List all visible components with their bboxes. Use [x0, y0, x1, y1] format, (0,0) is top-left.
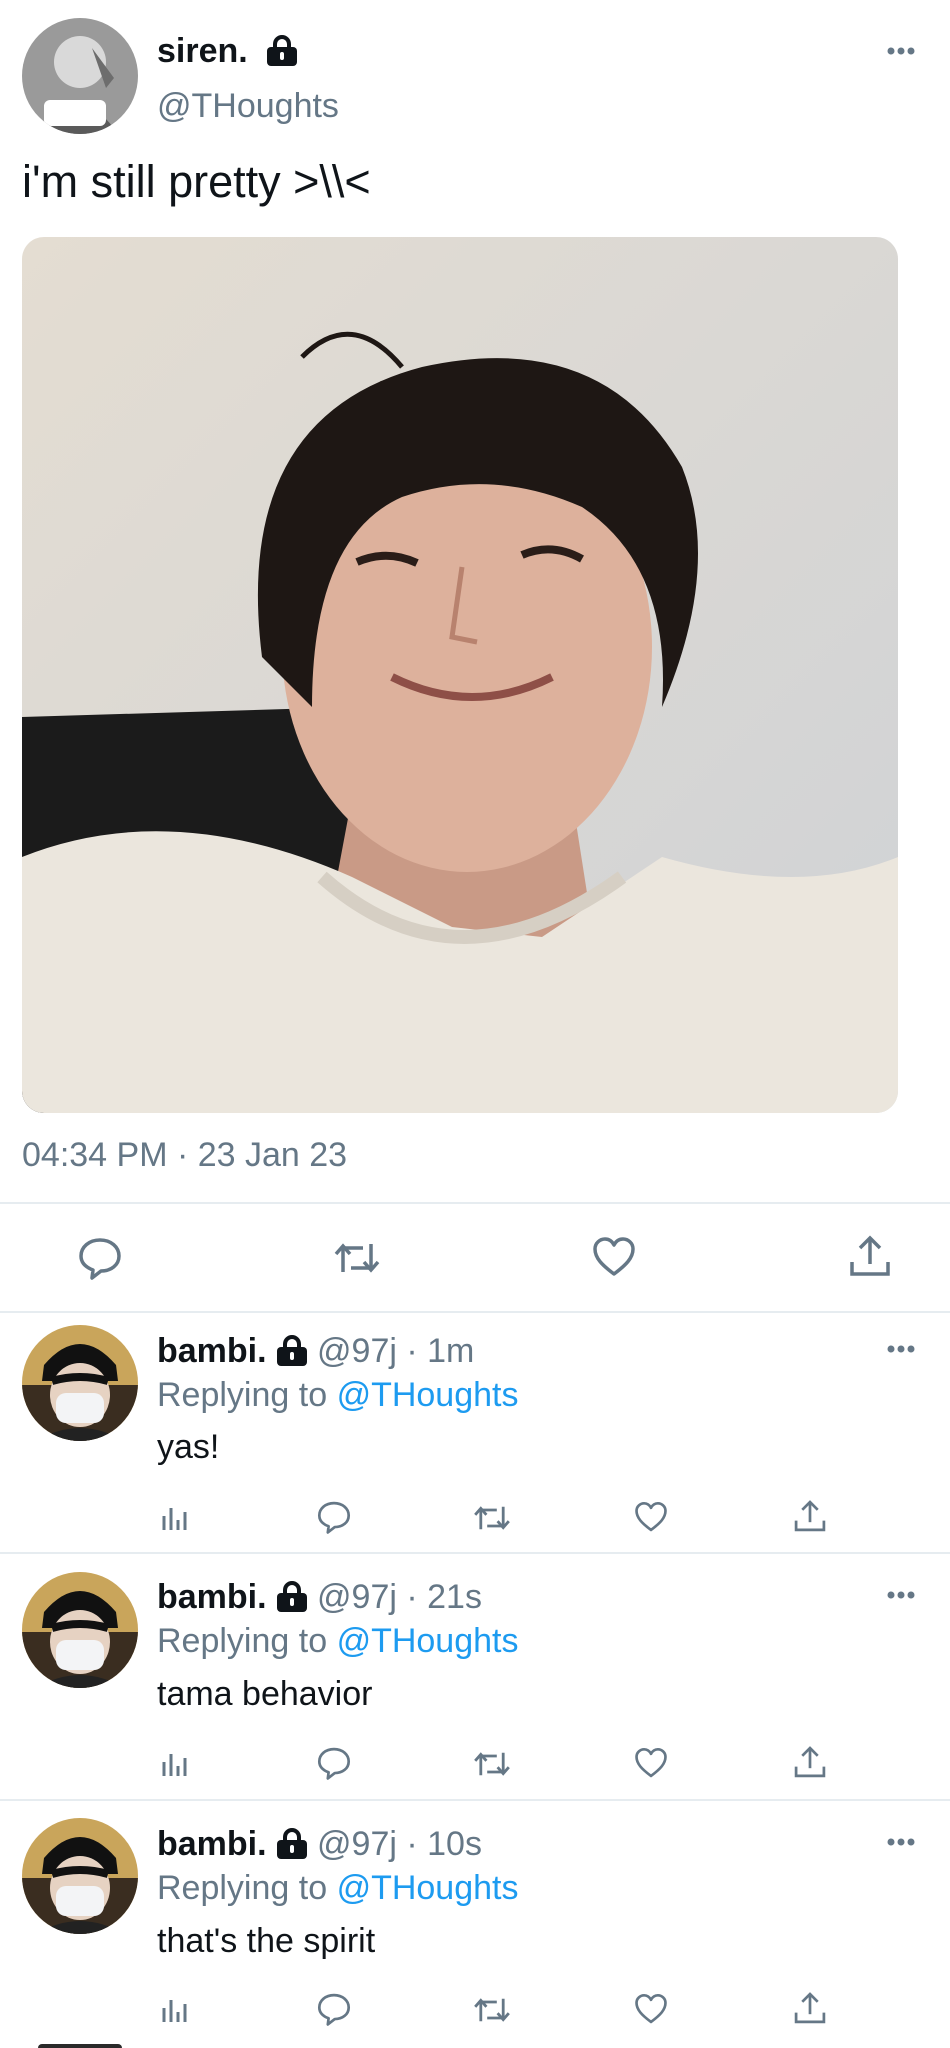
author-name[interactable]: siren. [157, 32, 248, 70]
analytics-icon[interactable] [160, 1502, 190, 1532]
reply-avatar[interactable] [22, 1572, 138, 1688]
author-avatar[interactable] [22, 18, 138, 134]
reply-icon[interactable] [317, 1746, 351, 1780]
divider [0, 1311, 950, 1313]
more-options-icon[interactable] [886, 1344, 926, 1364]
reply-icon[interactable] [317, 1500, 351, 1534]
reply-handle-time[interactable]: @97j · 1m [317, 1332, 474, 1370]
tweet-photo[interactable] [22, 237, 898, 1113]
replying-to-link[interactable]: @THoughts [337, 1376, 519, 1414]
analytics-icon[interactable] [160, 1748, 190, 1778]
reply-text: tama behavior [157, 1675, 373, 1713]
share-icon[interactable] [848, 1234, 892, 1278]
more-options-icon[interactable] [886, 1837, 926, 1857]
reply-handle-time[interactable]: @97j · 21s [317, 1578, 482, 1616]
reply-handle-time[interactable]: @97j · 10s [317, 1825, 482, 1863]
lock-icon [275, 1580, 309, 1617]
author-handle[interactable]: @THoughts [157, 87, 339, 126]
like-icon[interactable] [634, 1993, 668, 2025]
divider [0, 1552, 950, 1554]
replying-to-label: Replying to [157, 1376, 328, 1414]
reply-avatar[interactable] [22, 1325, 138, 1441]
next-reply-avatar-peek [38, 2044, 122, 2048]
more-options-icon[interactable] [886, 1590, 926, 1610]
share-icon[interactable] [793, 1499, 827, 1533]
reply-author-name[interactable]: bambi. [157, 1332, 267, 1370]
retweet-icon[interactable] [472, 1502, 512, 1534]
reply-author-name[interactable]: bambi. [157, 1825, 267, 1863]
reply-avatar[interactable] [22, 1818, 138, 1934]
replying-to-label: Replying to [157, 1869, 328, 1907]
lock-icon [265, 34, 299, 75]
replying-to-link[interactable]: @THoughts [337, 1622, 519, 1660]
analytics-icon[interactable] [160, 1994, 190, 2024]
retweet-icon[interactable] [333, 1238, 381, 1278]
reply-author-name[interactable]: bambi. [157, 1578, 267, 1616]
retweet-icon[interactable] [472, 1748, 512, 1780]
like-icon[interactable] [634, 1747, 668, 1779]
like-icon[interactable] [592, 1236, 636, 1278]
retweet-icon[interactable] [472, 1994, 512, 2026]
reply-text: yas! [157, 1428, 220, 1466]
replying-to-link[interactable]: @THoughts [337, 1869, 519, 1907]
lock-icon [275, 1334, 309, 1371]
lock-icon [275, 1827, 309, 1864]
reply-text: that's the spirit [157, 1922, 376, 1960]
like-icon[interactable] [634, 1501, 668, 1533]
tweet-timestamp: 04:34 PM · 23 Jan 23 [22, 1136, 348, 1174]
tweet-text: i'm still pretty >\\< [22, 156, 371, 207]
reply-icon[interactable] [78, 1236, 122, 1280]
reply-icon[interactable] [317, 1992, 351, 2026]
divider [0, 1202, 950, 1204]
share-icon[interactable] [793, 1991, 827, 2025]
replying-to-label: Replying to [157, 1622, 328, 1660]
share-icon[interactable] [793, 1745, 827, 1779]
more-options-icon[interactable] [886, 46, 926, 66]
divider [0, 1799, 950, 1801]
